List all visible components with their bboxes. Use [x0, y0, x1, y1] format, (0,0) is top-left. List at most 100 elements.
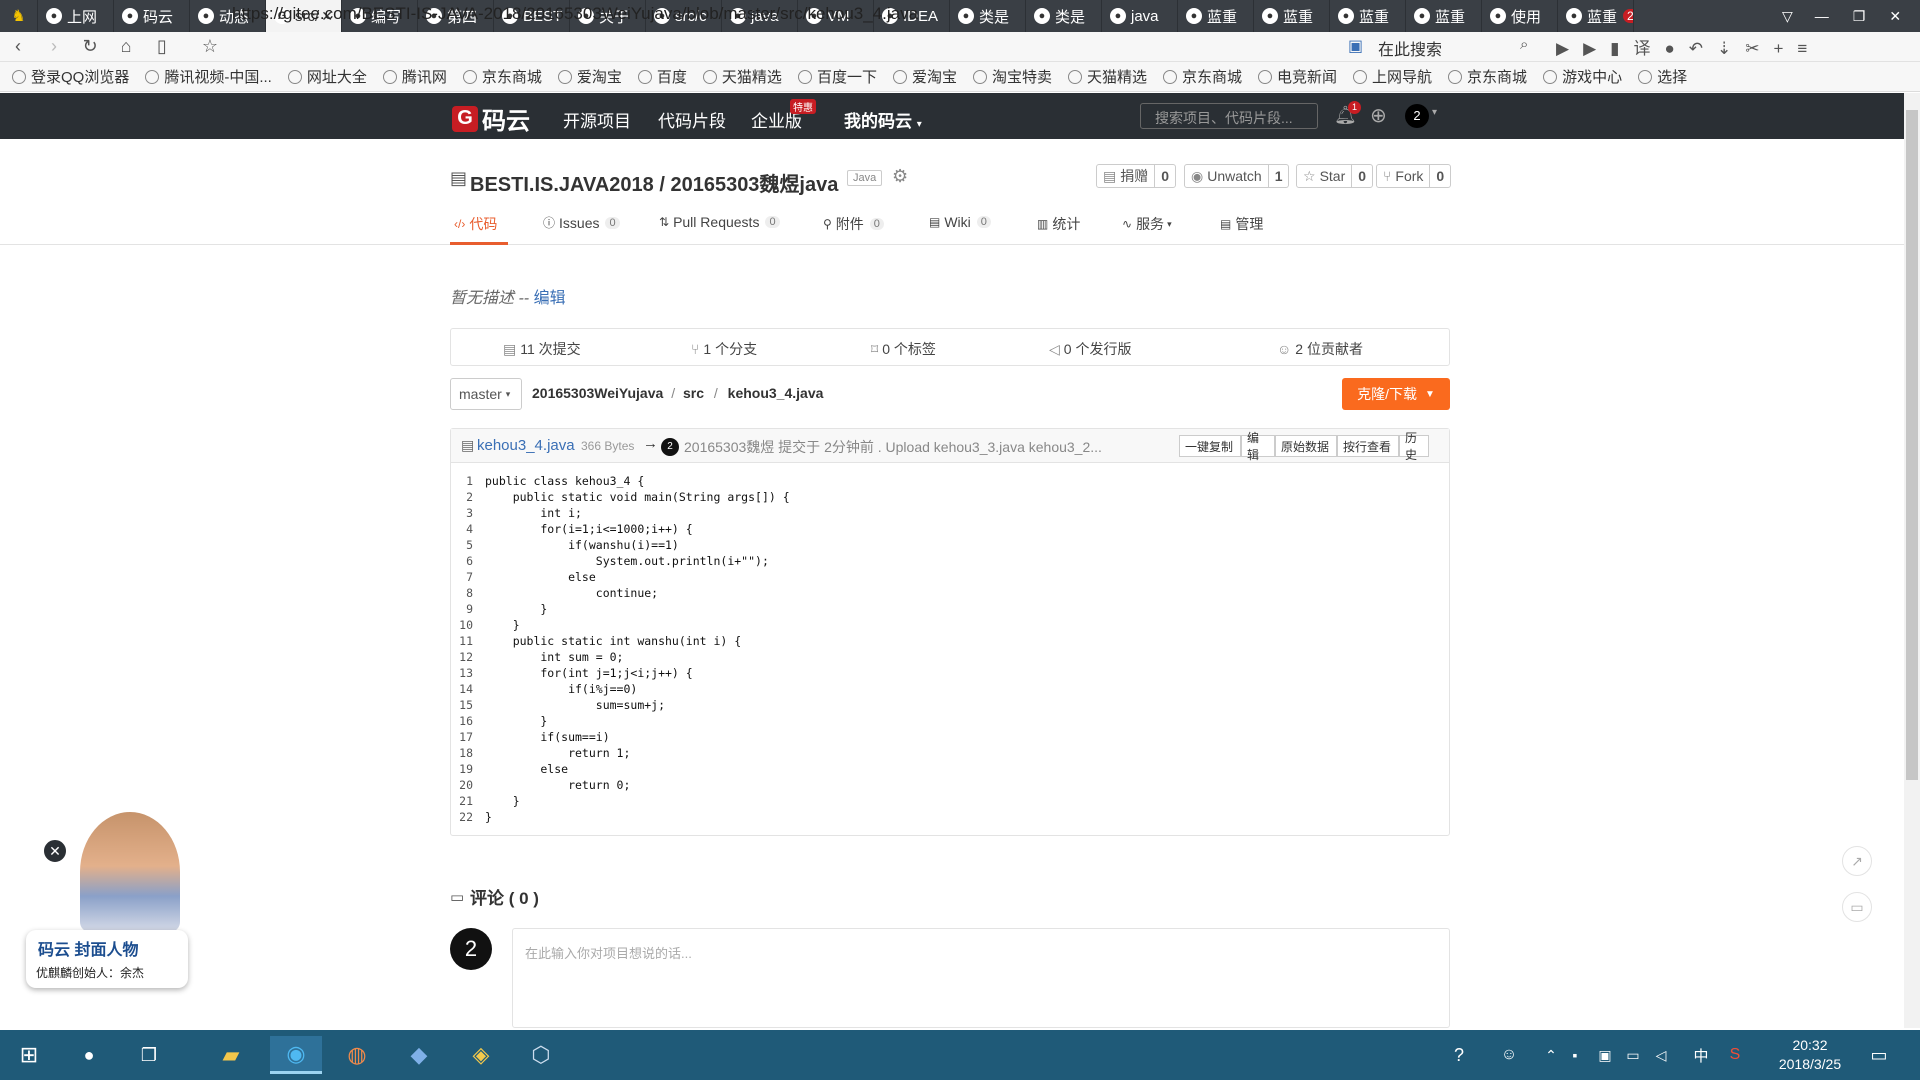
repo-tab[interactable]: ▥ 统计	[1037, 214, 1080, 234]
reader-icon[interactable]: ▯	[144, 36, 180, 57]
promo-cover-person[interactable]: ✕ 码云 封面人物 优麒麟创始人：余杰	[18, 812, 188, 1002]
bookmark-item[interactable]: 京东商城	[462, 66, 542, 87]
repo-stat[interactable]: ⌑ 0 个标签	[871, 339, 936, 359]
browser-tab[interactable]: ● 类是	[1026, 0, 1102, 32]
skin-icon[interactable]: ▽	[1782, 8, 1793, 25]
commit-message[interactable]: 20165303魏煜 提交于 2分钟前 . Upload kehou3_3.ja…	[684, 437, 1124, 457]
people-icon[interactable]: ☺	[1490, 1036, 1528, 1074]
restore-icon[interactable]: ❐	[1853, 8, 1866, 25]
file-explorer-icon[interactable]: ▰	[212, 1036, 250, 1074]
bookmark-item[interactable]: 游戏中心	[1543, 66, 1622, 87]
feedback-icon[interactable]: ▭	[1842, 892, 1872, 922]
browser-tab[interactable]: ● 蓝重	[1406, 0, 1482, 32]
app-icon-4[interactable]: ⬡	[522, 1036, 560, 1074]
browser-search-input[interactable]: 在此搜索	[1378, 36, 1442, 60]
sogou-icon[interactable]: S	[1716, 1036, 1754, 1074]
browser-tab[interactable]: ● 使用	[1482, 0, 1558, 32]
scrollbar-thumb[interactable]	[1906, 110, 1918, 780]
browser-tab[interactable]: ● java	[1102, 0, 1178, 32]
gitee-logo[interactable]: G 码云	[452, 101, 530, 136]
fork-button[interactable]: ⑂ Fork 0	[1376, 164, 1452, 188]
file-tool-button[interactable]: 历史	[1399, 431, 1429, 462]
breadcrumb-repo[interactable]: 20165303WeiYujava	[532, 385, 663, 401]
repo-stat[interactable]: ▤ 11 次提交	[503, 339, 581, 359]
browser-tab[interactable]: ● 码云	[114, 0, 190, 32]
bookmark-item[interactable]: 上网导航	[1353, 66, 1432, 87]
file-tool-button[interactable]: 一键复制	[1179, 435, 1241, 457]
breadcrumb-file[interactable]: kehou3_4.java	[728, 385, 824, 401]
avatar-chevron-icon[interactable]: ▾	[1432, 107, 1437, 118]
file-tool-button[interactable]: 编辑	[1241, 431, 1275, 462]
bookmark-item[interactable]: 腾讯视频-中国...	[145, 66, 272, 87]
search-icon[interactable]: ⌕	[1520, 36, 1528, 53]
home-icon[interactable]: ⌂	[108, 36, 144, 57]
branch-select[interactable]: master ▾	[450, 378, 522, 410]
bookmark-item[interactable]: 选择	[1638, 66, 1687, 87]
help-icon[interactable]: ?	[1440, 1036, 1478, 1074]
file-tool-button[interactable]: 原始数据	[1275, 435, 1337, 457]
repo-tab[interactable]: ∿ 服务 ▾	[1122, 214, 1172, 234]
favorite-star-icon[interactable]: ☆	[192, 36, 228, 57]
comment-user-avatar[interactable]: 2	[450, 928, 492, 970]
browser-tab[interactable]: ● 上网	[38, 0, 114, 32]
windows-start-icon[interactable]: ⊞	[10, 1036, 48, 1074]
repo-tab[interactable]: ‹/› 代码	[454, 214, 497, 234]
bookmark-item[interactable]: 京东商城	[1163, 66, 1242, 87]
back-icon[interactable]: ‹	[0, 36, 36, 57]
task-view-icon[interactable]: ❐	[130, 1036, 168, 1074]
star-button[interactable]: ☆ Star 0	[1296, 164, 1374, 188]
minimize-icon[interactable]: —	[1815, 8, 1829, 24]
bookmark-item[interactable]: 登录QQ浏览器	[12, 66, 129, 87]
browser-logo-icon[interactable]: ♞	[0, 0, 38, 32]
refresh-icon[interactable]: ↻	[72, 36, 108, 57]
app-icon-2[interactable]: ◆	[400, 1036, 438, 1074]
settings-gear-icon[interactable]: ⚙	[892, 166, 908, 187]
bookmark-item[interactable]: 百度一下	[797, 66, 877, 87]
file-tool-button[interactable]: 按行查看	[1337, 435, 1399, 457]
bookmark-item[interactable]: 天猫精选	[1067, 66, 1147, 87]
repo-title[interactable]: BESTI.IS.JAVA2018 / 20165303魏煜java	[470, 168, 838, 197]
breadcrumb-src[interactable]: src	[683, 385, 704, 401]
nav-open-source[interactable]: 开源项目	[563, 107, 631, 132]
close-promo-icon[interactable]: ✕	[42, 838, 68, 864]
browser-tab[interactable]: ● 类是	[950, 0, 1026, 32]
volume-icon[interactable]: ◁	[1642, 1036, 1680, 1074]
unwatch-button[interactable]: ◉ Unwatch 1	[1184, 164, 1290, 188]
comment-input[interactable]: 在此输入你对项目想说的话...	[512, 928, 1450, 1028]
repo-tab[interactable]: ⇅ Pull Requests 0	[659, 214, 780, 230]
bookmark-item[interactable]: 电竞新闻	[1258, 66, 1337, 87]
ime-indicator[interactable]: 中	[1682, 1036, 1720, 1074]
bookmark-item[interactable]: 天猫精选	[702, 66, 782, 87]
forward-icon[interactable]: ›	[36, 36, 72, 57]
user-avatar[interactable]: 2	[1405, 104, 1429, 128]
donate-button[interactable]: ▤ 捐赠 0	[1096, 164, 1177, 188]
gitee-search-input[interactable]: 搜索项目、代码片段...	[1140, 103, 1318, 129]
nav-my-gitee[interactable]: 我的码云 ▾	[844, 107, 922, 132]
app-icon-1[interactable]: ◍	[338, 1036, 376, 1074]
browser-toolbar-icons[interactable]: ▶▶▮译●↶⇣✂+≡	[1556, 34, 1821, 59]
repo-tab[interactable]: ⚲ 附件 0	[823, 214, 884, 234]
browser-tab[interactable]: ● 蓝重 21	[1558, 0, 1634, 32]
committer-avatar[interactable]: 2	[661, 438, 679, 456]
file-name[interactable]: kehou3_4.java	[477, 437, 575, 454]
browser-tab[interactable]: ● 蓝重	[1254, 0, 1330, 32]
nav-code-snippets[interactable]: 代码片段	[658, 107, 726, 132]
edit-description-link[interactable]: 编辑	[534, 290, 566, 307]
bookmark-item[interactable]: 腾讯网	[382, 66, 447, 87]
plus-icon[interactable]: ⊕	[1370, 103, 1387, 128]
repo-stat[interactable]: ⑂ 1 个分支	[691, 339, 757, 359]
search-engine-icon[interactable]: ▣	[1348, 36, 1363, 56]
close-window-icon[interactable]: ✕	[1889, 8, 1901, 25]
repo-tab[interactable]: ⓘ Issues 0	[543, 214, 620, 231]
repo-stat[interactable]: ☺ 2 位贡献者	[1277, 339, 1363, 359]
clock[interactable]: 20:32 2018/3/25	[1760, 1036, 1860, 1074]
url-field[interactable]: https://gitee.com/BESTI-IS-JAVA-2018/201…	[232, 4, 918, 24]
clone-download-button[interactable]: 克隆/下载 ▼	[1342, 378, 1450, 410]
notification-center-icon[interactable]: ▭	[1860, 1036, 1898, 1074]
repo-stat[interactable]: ◁ 0 个发行版	[1049, 339, 1131, 359]
repo-tab[interactable]: ▤ 管理	[1220, 214, 1263, 234]
bookmark-item[interactable]: 京东商城	[1448, 66, 1527, 87]
repo-tab[interactable]: ▤ Wiki 0	[929, 214, 991, 230]
app-icon-3[interactable]: ◈	[462, 1036, 500, 1074]
bookmark-item[interactable]: 网址大全	[287, 66, 367, 87]
